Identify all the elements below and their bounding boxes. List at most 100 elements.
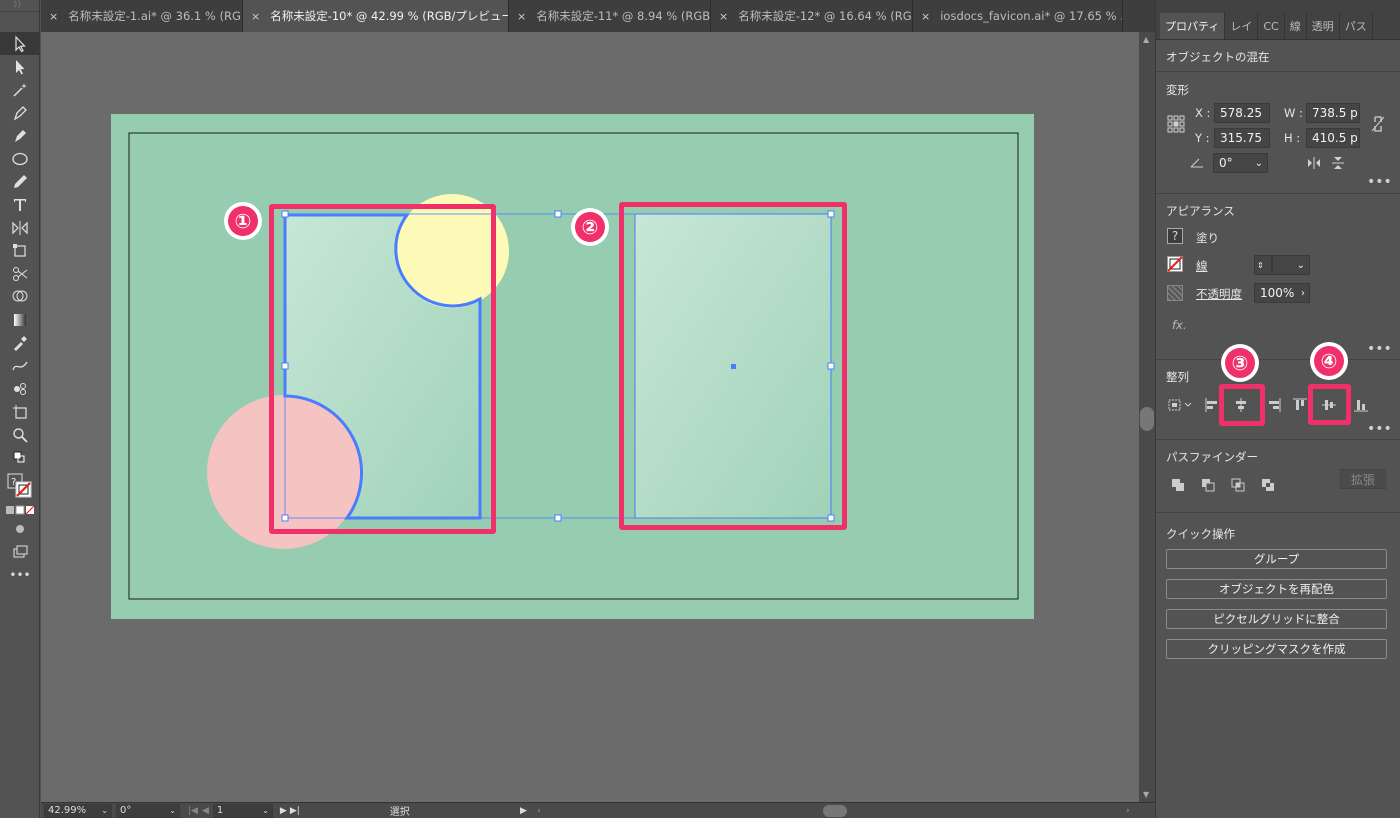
stroke-weight-field[interactable]: ⌄ [1272,255,1310,275]
toolbar-grip[interactable]: 〉〉 [0,0,39,12]
opacity-value: 100% [1260,286,1295,300]
scroll-up-icon[interactable]: ▲ [1143,35,1149,44]
current-tool-label: 選択 [389,807,410,818]
eyedropper-icon[interactable] [0,331,40,354]
scissors-icon[interactable] [0,262,40,285]
pathfinder-minus-front-icon[interactable] [1200,477,1216,493]
flip-horizontal-icon[interactable] [1306,155,1322,171]
edit-toolbar-icon[interactable]: ••• [0,563,40,586]
first-artboard-icon[interactable]: |◀ [188,806,198,816]
align-right-icon[interactable] [1266,396,1282,414]
stroke-weight-stepper[interactable]: ⇕ [1254,255,1272,275]
close-tab-icon[interactable]: × [719,10,728,23]
close-tab-icon[interactable]: × [921,10,930,23]
h-field[interactable]: 410.5 p [1306,128,1360,148]
group-button[interactable]: グループ [1166,549,1387,569]
rotation-select[interactable]: 0° ⌄ [116,803,180,818]
tab-layers[interactable]: レイ [1225,13,1259,39]
document-tab-active[interactable]: × 名称未設定-10* @ 42.99 % (RGB/プレビュー) [243,0,509,32]
stroke-label[interactable]: 線 [1196,258,1208,274]
pencil-tool-icon[interactable] [0,170,40,193]
fx-effects-button[interactable]: fx. [1172,318,1187,332]
w-field[interactable]: 738.5 p [1306,103,1360,123]
selection-tool-icon[interactable] [0,32,40,55]
tab-transparency[interactable]: 透明 [1307,13,1340,39]
document-tab[interactable]: × 名称未設定-11* @ 8.94 % (RGB/... [509,0,711,32]
pathfinder-exclude-icon[interactable] [1260,477,1276,493]
make-clipping-mask-button[interactable]: クリッピングマスクを作成 [1166,639,1387,659]
pathfinder-intersect-icon[interactable] [1230,477,1246,493]
direct-selection-tool-icon[interactable] [0,55,40,78]
zoom-select[interactable]: 42.99% ⌄ [44,803,112,818]
flip-vertical-icon[interactable] [1330,155,1346,171]
next-artboard-icon[interactable]: ▶ [280,806,287,816]
scroll-left-icon[interactable]: ‹ [537,806,541,816]
reflect-tool-icon[interactable] [0,216,40,239]
document-tab[interactable]: × iosdocs_favicon.ai* @ 17.65 % ... [913,0,1123,32]
close-tab-icon[interactable]: × [251,10,260,23]
shape-builder-icon[interactable] [0,285,40,308]
vertical-scroll-thumb[interactable] [1140,407,1154,431]
expand-button[interactable]: 拡張 [1340,469,1386,489]
align-top-icon[interactable] [1292,396,1308,414]
pathfinder-unite-icon[interactable] [1170,477,1186,493]
prev-artboard-icon[interactable]: ◀ [202,806,209,816]
tab-stroke[interactable]: 線 [1285,13,1307,39]
magic-wand-icon[interactable] [0,78,40,101]
align-left-icon[interactable] [1204,396,1220,414]
curvature-tool-icon[interactable] [0,124,40,147]
document-tab[interactable]: × 名称未設定-1.ai* @ 36.1 % (RGB... [41,0,243,32]
draw-mode-icon[interactable] [0,517,40,540]
recolor-artwork-button[interactable]: オブジェクトを再配色 [1166,579,1387,599]
scroll-down-icon[interactable]: ▼ [1143,790,1149,799]
symbol-sprayer-icon[interactable] [0,377,40,400]
status-menu-icon[interactable]: ▶ [520,806,527,816]
artboard[interactable] [111,114,1034,619]
opacity-field[interactable]: 100% › [1254,283,1310,303]
blend-tool-icon[interactable] [0,354,40,377]
fill-stroke-swatch-icon[interactable]: ? [0,469,40,503]
tab-properties[interactable]: プロパティ [1160,13,1226,39]
screen-mode-icon[interactable] [0,540,40,563]
stroke-swatch[interactable] [1167,256,1183,272]
close-tab-icon[interactable]: × [49,10,58,23]
tab-pathfinder[interactable]: パス [1340,13,1373,39]
x-field[interactable]: 578.25 [1214,103,1270,123]
scroll-right-icon[interactable]: › [1126,806,1130,816]
annotation-box-2 [619,202,847,530]
color-mode-icons[interactable] [0,503,40,517]
annotation-box-3 [1219,384,1265,426]
type-tool-icon[interactable] [0,193,40,216]
transform-more-button[interactable]: ••• [1367,174,1392,190]
fill-swatch[interactable]: ? [1167,228,1183,244]
y-field[interactable]: 315.75 [1214,128,1270,148]
rotate-field[interactable]: 0° ⌄ [1213,153,1268,173]
constrain-proportions-icon[interactable] [1370,114,1386,134]
reference-point-icon[interactable] [1166,114,1186,134]
align-bottom-icon[interactable] [1353,396,1369,414]
artwork[interactable] [41,32,1139,802]
ellipse-tool-icon[interactable] [0,147,40,170]
annotation-number-1: ① [224,202,262,240]
canvas-area[interactable]: ① ② [41,32,1139,802]
artboard-number-select[interactable]: 1 ⌄ [212,803,273,818]
chevron-down-icon: ⌄ [1254,157,1263,169]
artboard-tool-icon[interactable] [0,400,40,423]
align-to-pixel-grid-button[interactable]: ピクセルグリッドに整合 [1166,609,1387,629]
zoom-tool-icon[interactable] [0,423,40,446]
document-tab[interactable]: × 名称未設定-12* @ 16.64 % (RG... [711,0,913,32]
chevron-down-icon: ⌄ [169,806,176,815]
align-more-button[interactable]: ••• [1367,421,1392,437]
swap-fill-stroke-icon[interactable] [0,446,40,469]
last-artboard-icon[interactable]: ▶| [290,806,300,816]
align-to-selection-icon[interactable] [1167,396,1193,414]
opacity-label[interactable]: 不透明度 [1196,286,1242,302]
tab-cc-libraries[interactable]: CC [1258,13,1285,39]
vertical-scrollbar[interactable]: ▲ ▼ [1139,32,1155,802]
gradient-tool-icon[interactable] [0,308,40,331]
appearance-more-button[interactable]: ••• [1367,341,1392,357]
free-transform-icon[interactable] [0,239,40,262]
horizontal-scroll-thumb[interactable] [823,805,847,817]
close-tab-icon[interactable]: × [517,10,526,23]
pen-tool-icon[interactable] [0,101,40,124]
